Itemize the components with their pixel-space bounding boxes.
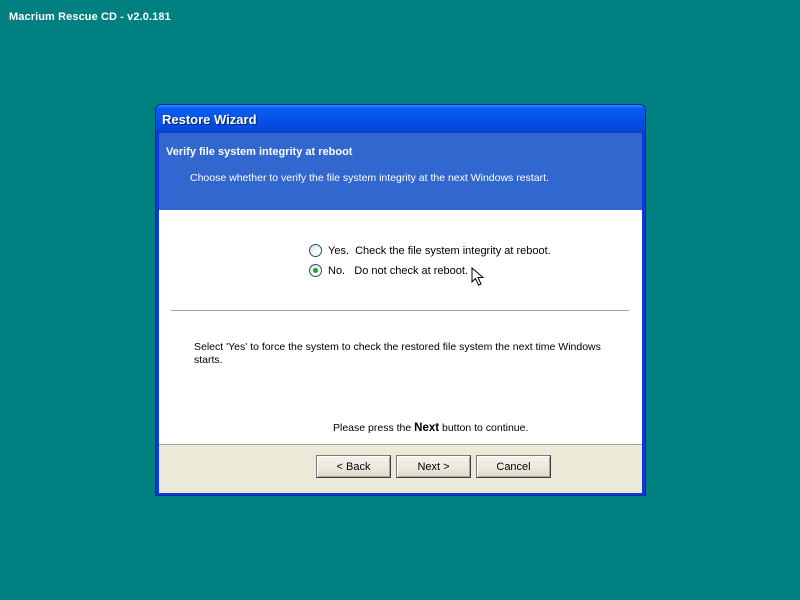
window-titlebar[interactable]: Restore Wizard xyxy=(156,105,645,133)
content-separator xyxy=(171,310,629,312)
wizard-step-title: Verify file system integrity at reboot xyxy=(166,146,353,158)
window-title: Restore Wizard xyxy=(162,112,257,127)
info-text: Select 'Yes' to force the system to chec… xyxy=(194,341,601,366)
continue-prefix: Please press the xyxy=(333,422,415,434)
wizard-step-description: Choose whether to verify the file system… xyxy=(190,172,549,184)
radio-label-no[interactable]: No. Do not check at reboot. xyxy=(328,265,468,277)
cancel-button[interactable]: Cancel xyxy=(476,455,551,478)
restore-wizard-window: Restore Wizard Verify file system integr… xyxy=(155,104,646,496)
mouse-pointer-icon xyxy=(471,267,485,286)
desktop-title: Macrium Rescue CD - v2.0.181 xyxy=(9,11,171,23)
next-button[interactable]: Next > xyxy=(396,455,471,478)
continue-instruction: Please press the Next button to continue… xyxy=(333,422,528,434)
continue-next-word: Next xyxy=(414,422,440,434)
back-button[interactable]: < Back xyxy=(316,455,391,478)
wizard-content: Yes. Check the file system integrity at … xyxy=(159,210,642,444)
radio-button-no[interactable] xyxy=(309,264,322,277)
radio-option-no[interactable]: No. Do not check at reboot. xyxy=(309,264,468,277)
wizard-header: Verify file system integrity at reboot C… xyxy=(159,133,642,210)
radio-button-yes[interactable] xyxy=(309,244,322,257)
radio-option-yes[interactable]: Yes. Check the file system integrity at … xyxy=(309,244,551,257)
button-area-separator xyxy=(159,444,642,445)
continue-suffix: button to continue. xyxy=(439,422,529,434)
radio-label-yes[interactable]: Yes. Check the file system integrity at … xyxy=(328,245,551,257)
window-client-area: Verify file system integrity at reboot C… xyxy=(159,133,642,493)
